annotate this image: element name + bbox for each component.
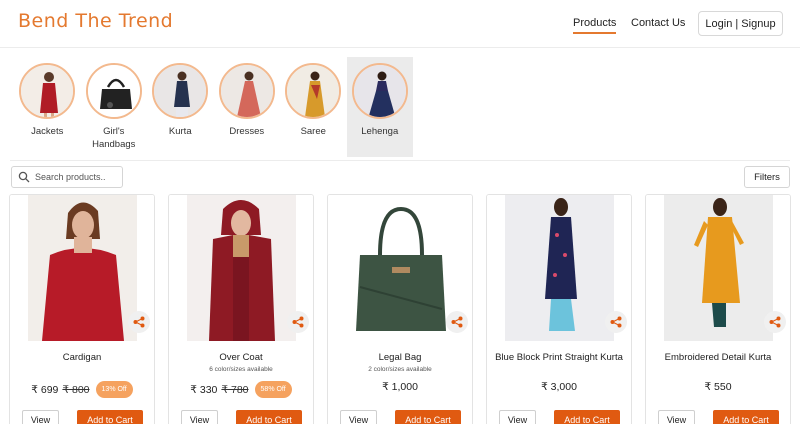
price-row: ₹ 699 ₹ 800 13% Off — [10, 381, 154, 398]
discount-badge: 13% Off — [95, 381, 133, 398]
share-icon — [292, 316, 304, 328]
view-button[interactable]: View — [22, 410, 59, 424]
category-label: Jackets — [31, 126, 64, 137]
add-to-cart-button[interactable]: Add to Cart — [395, 410, 461, 424]
product-old-price: ₹ 780 — [221, 383, 249, 396]
category-saree[interactable]: Saree — [280, 57, 347, 157]
login-signup-button[interactable]: Login | Signup — [698, 11, 783, 36]
product-old-price: ₹ 800 — [62, 383, 90, 396]
product-image[interactable] — [169, 195, 313, 341]
add-to-cart-button[interactable]: Add to Cart — [713, 410, 779, 424]
category-label: Lehenga — [361, 126, 399, 137]
lehenga-thumb — [351, 63, 408, 119]
product-image[interactable] — [487, 195, 631, 341]
search-icon — [18, 171, 30, 183]
product-card[interactable]: Embroidered Detail Kurta ₹ 550 View Add … — [645, 194, 791, 424]
product-card[interactable]: Legal Bag 2 color/sizes available ₹ 1,00… — [327, 194, 473, 424]
filters-button[interactable]: Filters — [744, 166, 790, 188]
share-icon — [769, 316, 781, 328]
price-row: ₹ 1,000 — [328, 381, 472, 393]
product-price: ₹ 550 — [704, 381, 732, 393]
share-icon — [133, 316, 145, 328]
saree-thumb — [285, 63, 342, 119]
product-price: ₹ 330 — [190, 383, 218, 396]
product-image[interactable] — [646, 195, 790, 341]
search-box[interactable] — [11, 166, 123, 188]
product-title: Embroidered Detail Kurta — [664, 352, 772, 363]
category-label: Dresses — [229, 126, 265, 137]
category-jackets[interactable]: Jackets — [14, 57, 81, 157]
product-grid: Cardigan ₹ 699 ₹ 800 13% Off View Add to… — [9, 194, 799, 424]
share-button[interactable] — [287, 311, 309, 333]
product-card[interactable]: Blue Block Print Straight Kurta ₹ 3,000 … — [486, 194, 632, 424]
product-image[interactable] — [328, 195, 472, 341]
product-price: ₹ 699 — [31, 383, 59, 396]
section-divider — [10, 160, 790, 161]
category-lehenga[interactable]: Lehenga — [346, 57, 413, 157]
brand-logo[interactable]: Bend The Trend — [18, 10, 173, 32]
price-row: ₹ 550 — [646, 381, 790, 393]
price-row: ₹ 330 ₹ 780 58% Off — [169, 381, 313, 398]
product-card[interactable]: Over Coat 6 color/sizes available ₹ 330 … — [168, 194, 314, 424]
search-input[interactable] — [35, 172, 115, 182]
product-price: ₹ 3,000 — [541, 381, 577, 393]
category-strip: Jackets Girl's Handbags Kurta Dresses Sa… — [14, 57, 413, 157]
jacket-thumb — [19, 63, 76, 119]
product-title: Cardigan — [62, 352, 102, 363]
product-variants: 2 color/sizes available — [368, 366, 432, 373]
nav-contact-link[interactable]: Contact Us — [631, 17, 685, 29]
category-handbags[interactable]: Girl's Handbags — [81, 57, 148, 157]
top-header: Bend The Trend Products Contact Us Login… — [0, 0, 800, 48]
product-image[interactable] — [10, 195, 154, 341]
dress-thumb — [218, 63, 275, 119]
share-icon — [451, 316, 463, 328]
discount-badge: 58% Off — [254, 381, 292, 398]
category-label: Saree — [300, 126, 326, 137]
product-title: Blue Block Print Straight Kurta — [495, 352, 623, 363]
share-button[interactable] — [605, 311, 627, 333]
add-to-cart-button[interactable]: Add to Cart — [236, 410, 302, 424]
kurta-thumb — [152, 63, 209, 119]
share-icon — [610, 316, 622, 328]
product-card[interactable]: Cardigan ₹ 699 ₹ 800 13% Off View Add to… — [9, 194, 155, 424]
view-button[interactable]: View — [499, 410, 536, 424]
product-title: Over Coat — [219, 352, 263, 363]
add-to-cart-button[interactable]: Add to Cart — [77, 410, 143, 424]
category-dresses[interactable]: Dresses — [214, 57, 281, 157]
handbag-thumb — [85, 63, 142, 119]
category-label: Girl's Handbags — [92, 126, 136, 150]
view-button[interactable]: View — [340, 410, 377, 424]
nav-products-link[interactable]: Products — [573, 17, 617, 34]
product-variants: 6 color/sizes available — [209, 366, 273, 373]
category-label: Kurta — [168, 126, 192, 137]
add-to-cart-button[interactable]: Add to Cart — [554, 410, 620, 424]
share-button[interactable] — [128, 311, 150, 333]
product-price: ₹ 1,000 — [382, 381, 418, 393]
view-button[interactable]: View — [658, 410, 695, 424]
view-button[interactable]: View — [181, 410, 218, 424]
product-title: Legal Bag — [378, 352, 422, 363]
share-button[interactable] — [446, 311, 468, 333]
share-button[interactable] — [764, 311, 786, 333]
category-kurta[interactable]: Kurta — [147, 57, 214, 157]
price-row: ₹ 3,000 — [487, 381, 631, 393]
